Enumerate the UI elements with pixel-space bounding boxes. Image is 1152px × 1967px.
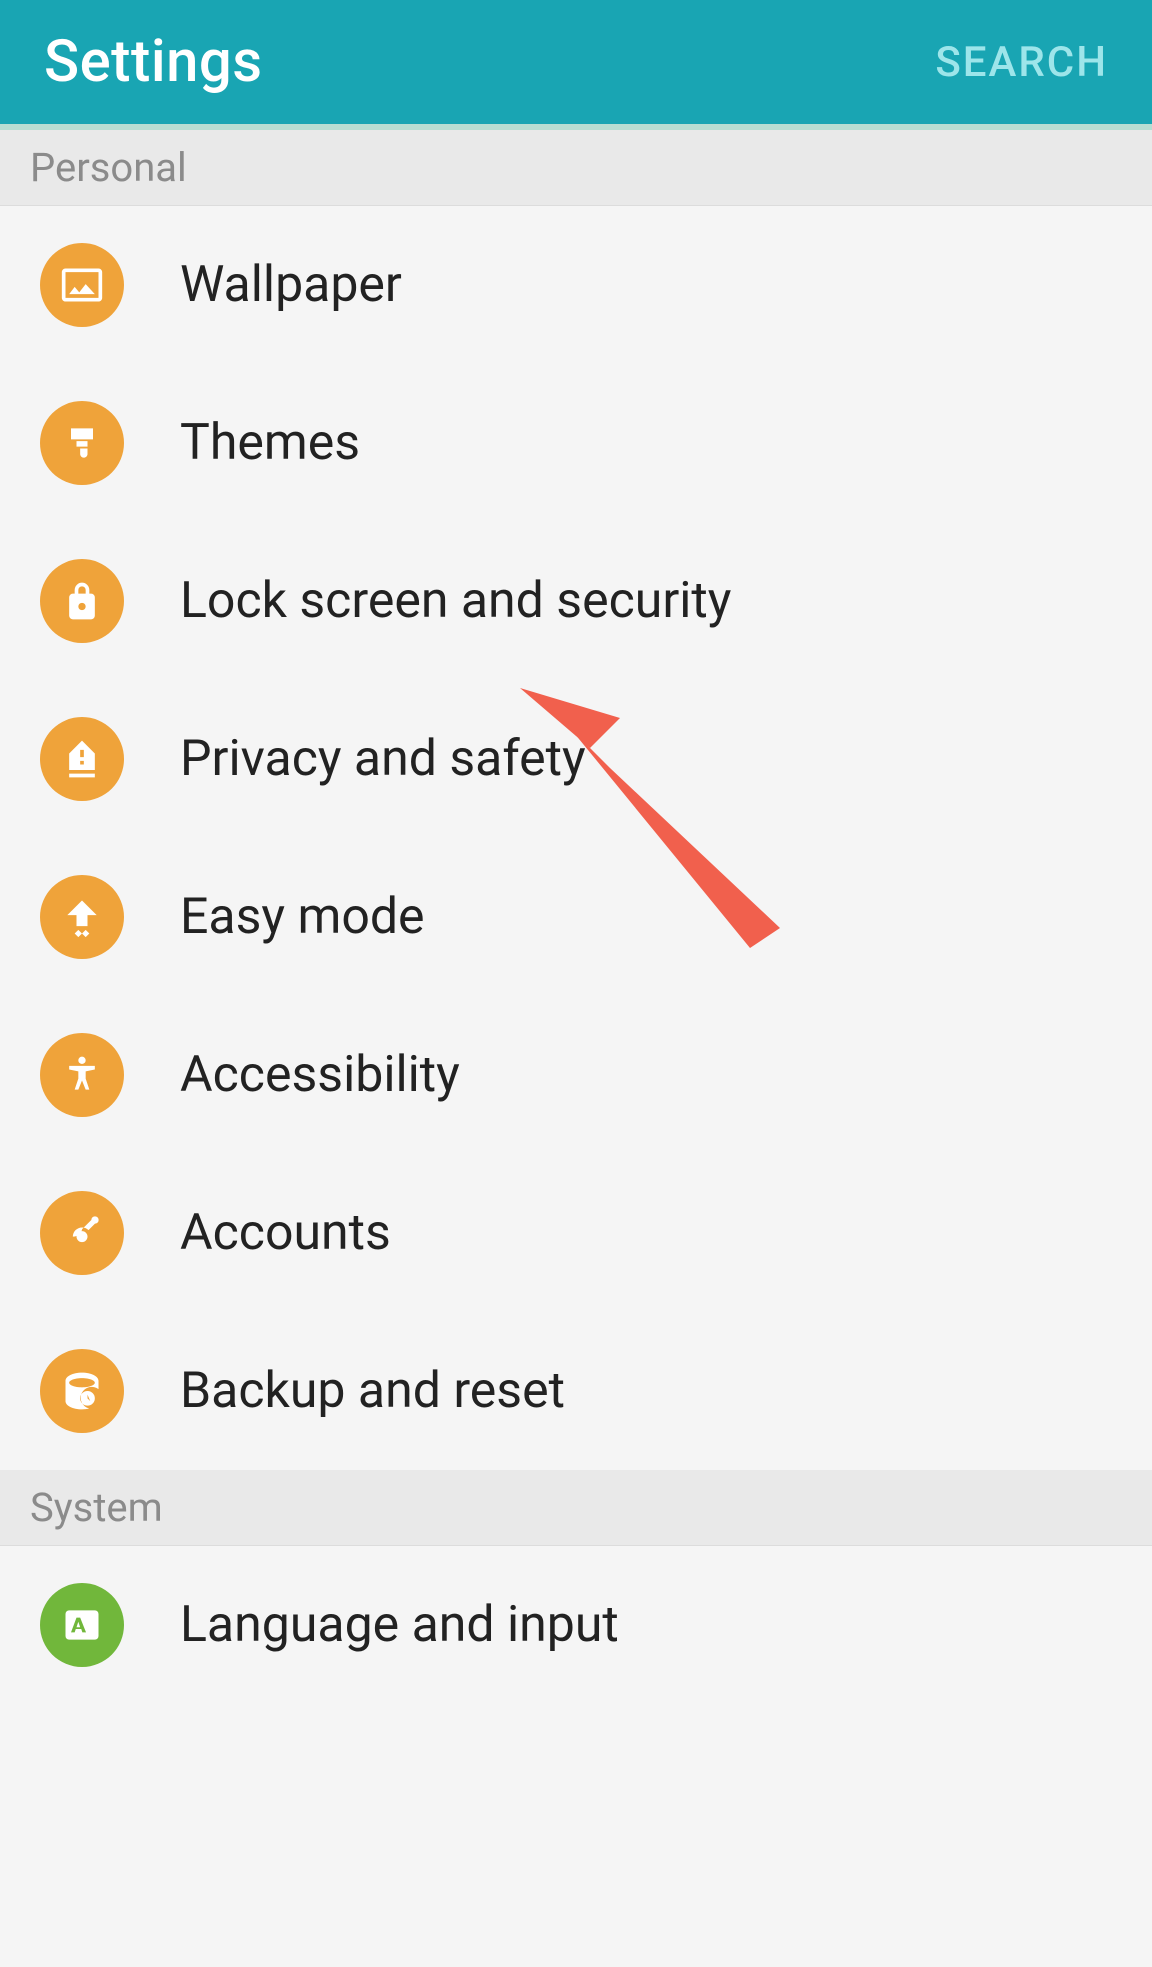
section-header-personal: Personal bbox=[0, 130, 1152, 206]
item-language-input[interactable]: Language and input bbox=[0, 1546, 1152, 1704]
accessibility-icon bbox=[40, 1033, 124, 1117]
item-label: Themes bbox=[180, 414, 360, 472]
language-input-icon bbox=[40, 1583, 124, 1667]
item-lock-screen-security[interactable]: Lock screen and security bbox=[0, 522, 1152, 680]
app-header: Settings SEARCH bbox=[0, 0, 1152, 130]
item-label: Accounts bbox=[180, 1204, 391, 1262]
wallpaper-icon bbox=[40, 243, 124, 327]
item-label: Lock screen and security bbox=[180, 572, 731, 630]
list-personal: Wallpaper Themes Lock screen and securit… bbox=[0, 206, 1152, 1470]
search-button[interactable]: SEARCH bbox=[935, 38, 1108, 87]
item-themes[interactable]: Themes bbox=[0, 364, 1152, 522]
lock-icon bbox=[40, 559, 124, 643]
item-backup-reset[interactable]: Backup and reset bbox=[0, 1312, 1152, 1470]
item-label: Wallpaper bbox=[180, 256, 402, 314]
settings-screen: Settings SEARCH Personal Wallpaper Theme… bbox=[0, 0, 1152, 1704]
privacy-icon bbox=[40, 717, 124, 801]
item-easy-mode[interactable]: Easy mode bbox=[0, 838, 1152, 996]
list-system: Language and input bbox=[0, 1546, 1152, 1704]
item-label: Privacy and safety bbox=[180, 730, 586, 788]
backup-reset-icon bbox=[40, 1349, 124, 1433]
item-label: Accessibility bbox=[180, 1046, 460, 1104]
section-header-system: System bbox=[0, 1470, 1152, 1546]
themes-icon bbox=[40, 401, 124, 485]
item-label: Language and input bbox=[180, 1596, 619, 1654]
accounts-icon bbox=[40, 1191, 124, 1275]
easy-mode-icon bbox=[40, 875, 124, 959]
item-label: Easy mode bbox=[180, 888, 425, 946]
item-wallpaper[interactable]: Wallpaper bbox=[0, 206, 1152, 364]
item-privacy-safety[interactable]: Privacy and safety bbox=[0, 680, 1152, 838]
page-title: Settings bbox=[44, 28, 263, 96]
item-accounts[interactable]: Accounts bbox=[0, 1154, 1152, 1312]
item-accessibility[interactable]: Accessibility bbox=[0, 996, 1152, 1154]
item-label: Backup and reset bbox=[180, 1362, 565, 1420]
